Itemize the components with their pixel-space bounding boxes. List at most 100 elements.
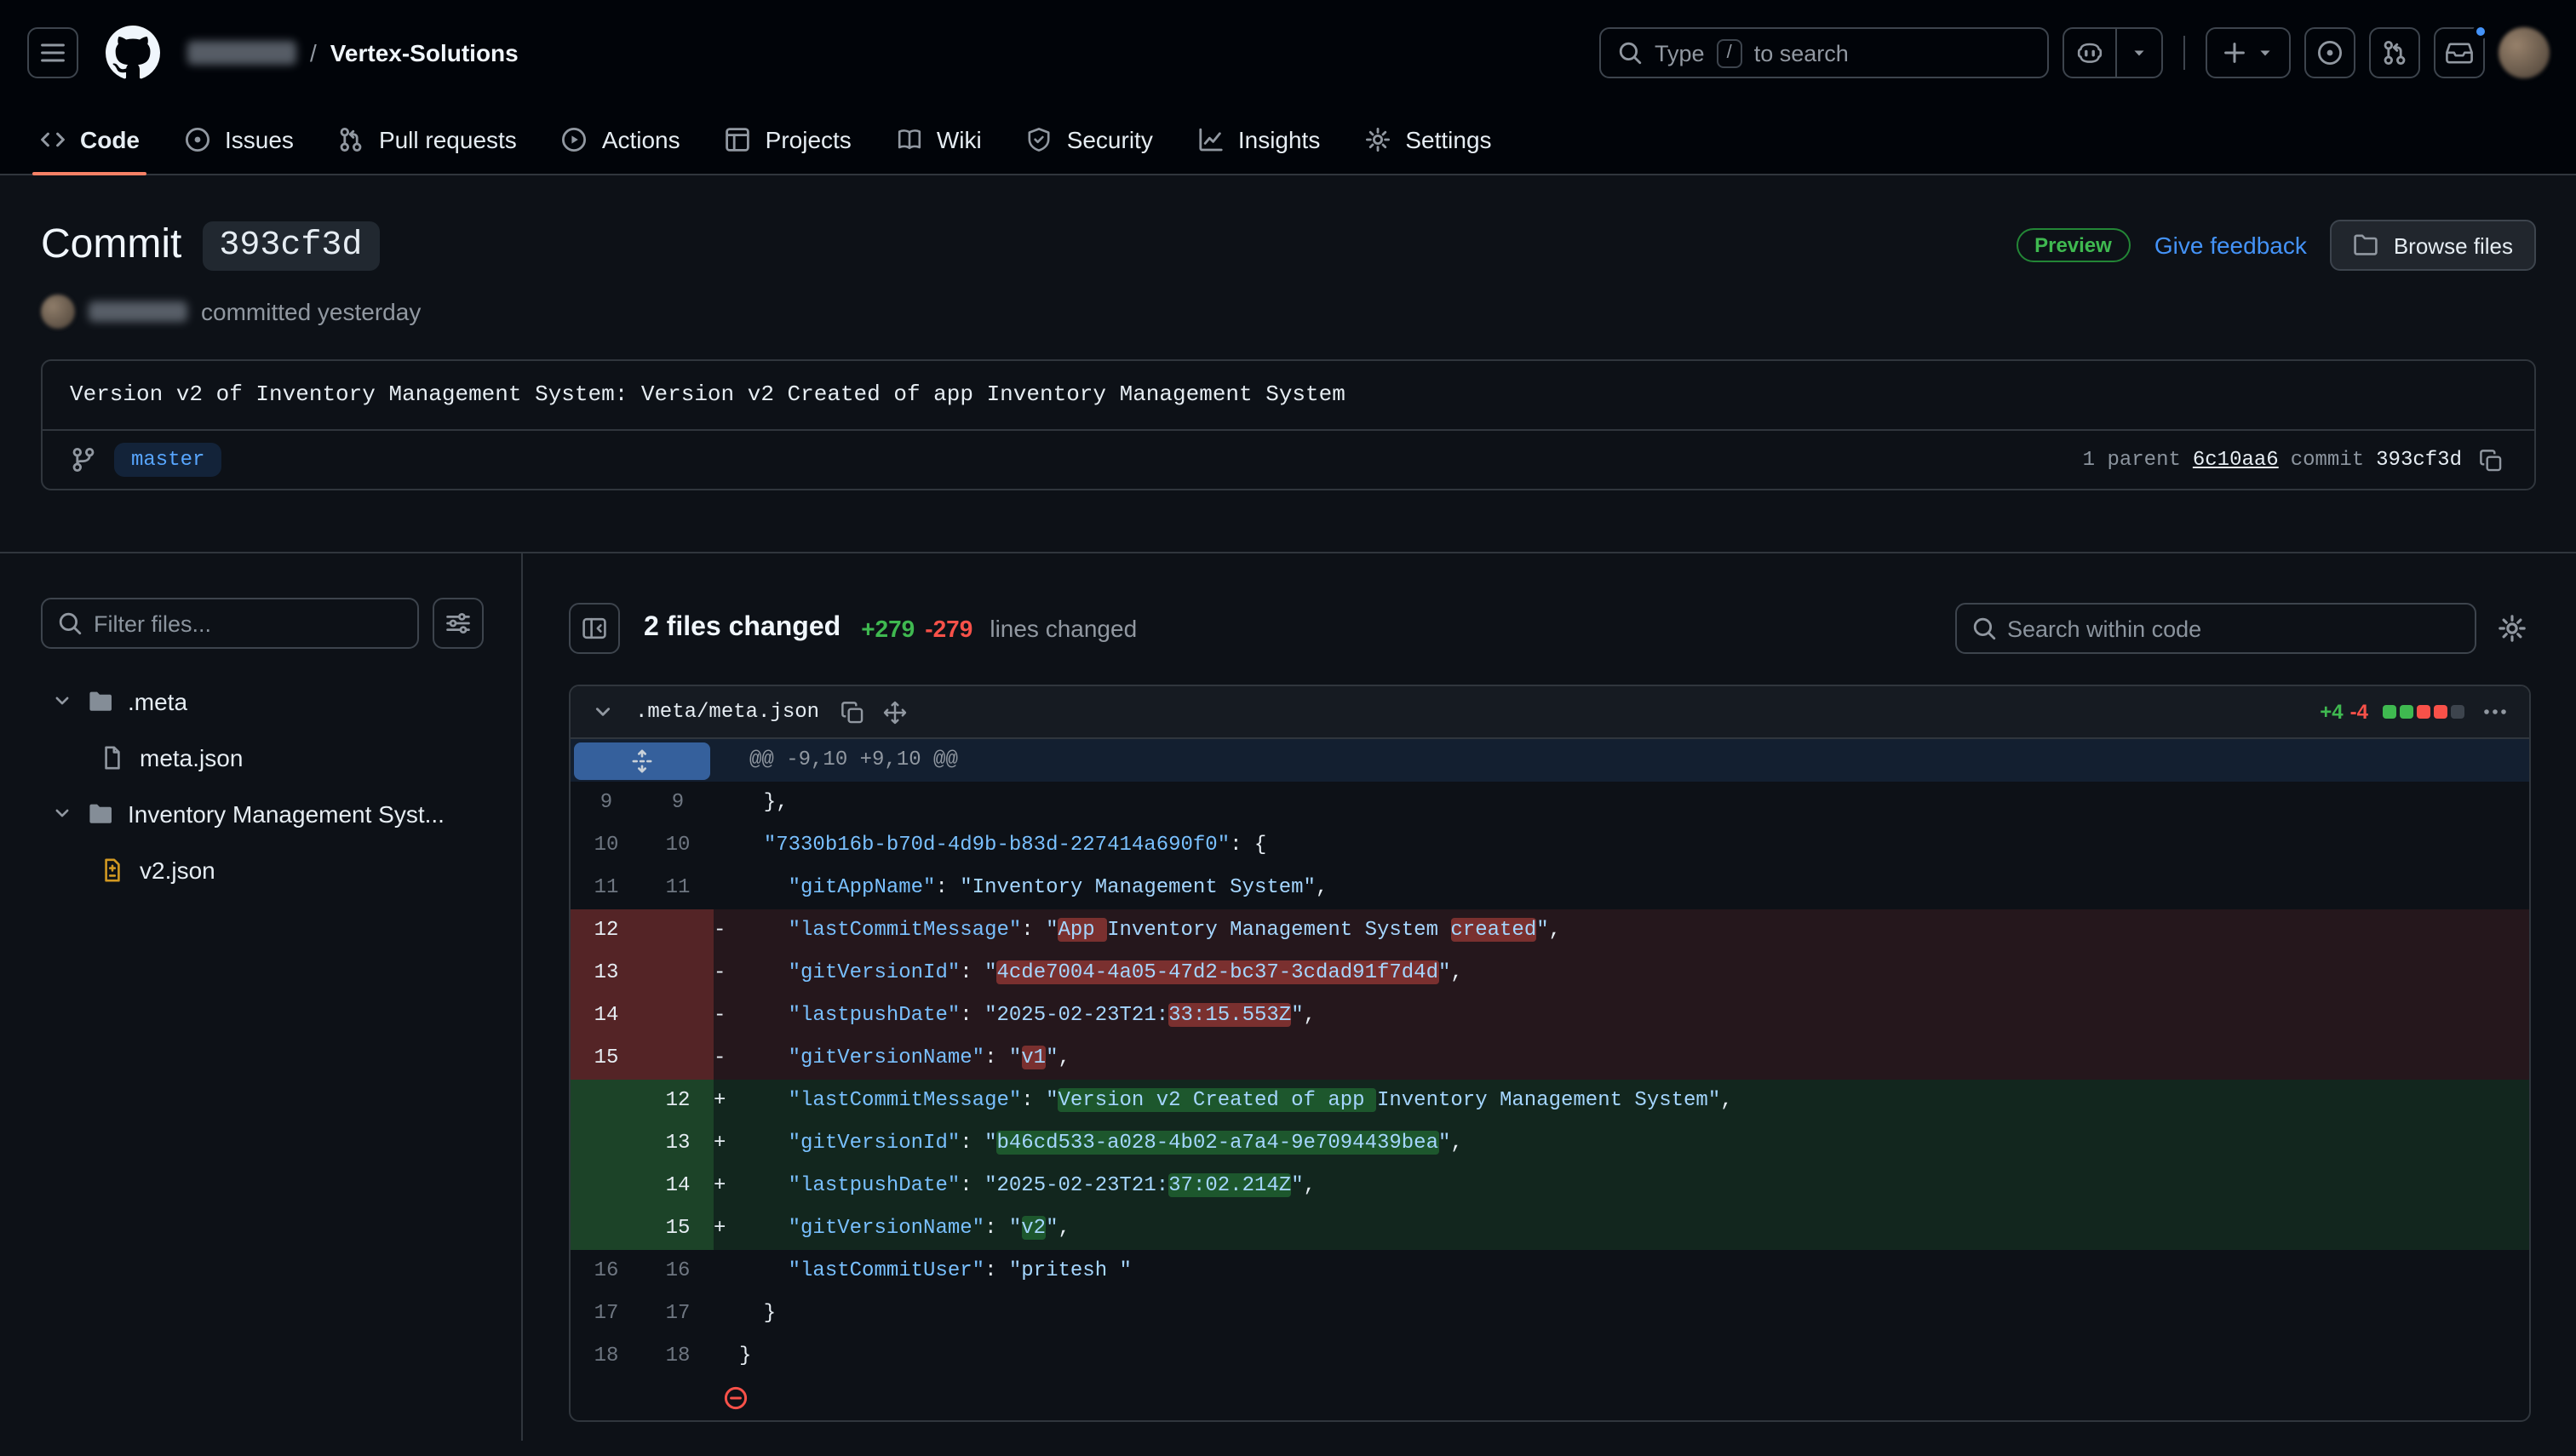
diff-file-name[interactable]: .meta/meta.json	[635, 700, 819, 724]
old-line-number[interactable]	[571, 1207, 642, 1250]
branch-label[interactable]: master	[114, 443, 221, 477]
old-line-number[interactable]: 16	[571, 1250, 642, 1293]
owner-link-redacted[interactable]	[187, 41, 296, 65]
new-line-number[interactable]	[642, 952, 714, 995]
code-search-input[interactable]	[1954, 603, 2476, 654]
global-search[interactable]: Type / to search	[1598, 27, 2048, 78]
diff-line-row: 13+ "gitVersionId": "b46cd533-a028-4b02-…	[571, 1122, 2528, 1165]
copilot-menu-button[interactable]	[2114, 29, 2160, 77]
diffstat-blocks	[2382, 705, 2464, 719]
give-feedback-link[interactable]: Give feedback	[2154, 232, 2307, 259]
old-line-number[interactable]: 13	[571, 952, 642, 995]
tree-folder-inventory-management-system[interactable]: Inventory Management Syst...	[41, 785, 484, 841]
tab-pull-requests[interactable]: Pull requests	[321, 106, 534, 174]
create-new-button[interactable]	[2205, 27, 2290, 78]
tab-security[interactable]: Security	[1009, 106, 1170, 174]
tab-label: Settings	[1405, 126, 1491, 153]
file-options-button[interactable]	[2477, 695, 2511, 729]
new-line-number[interactable]: 13	[642, 1122, 714, 1165]
tab-insights[interactable]: Insights	[1180, 106, 1338, 174]
old-line-number[interactable]	[571, 1165, 642, 1207]
user-avatar[interactable]	[2498, 27, 2549, 78]
old-line-number[interactable]: 11	[571, 867, 642, 909]
new-line-number[interactable]: 11	[642, 867, 714, 909]
inbox-button[interactable]	[2433, 27, 2484, 78]
folder-icon	[87, 800, 114, 827]
old-line-number[interactable]: 17	[571, 1293, 642, 1335]
plus-icon	[2220, 39, 2247, 66]
old-line-number[interactable]: 12	[571, 909, 642, 952]
drag-handle-icon[interactable]	[879, 696, 911, 728]
chevron-down-icon	[51, 690, 73, 712]
chevron-down-icon	[51, 802, 73, 824]
new-line-number	[642, 1378, 714, 1420]
search-placeholder-prefix: Type	[1655, 40, 1705, 66]
old-line-number[interactable]	[571, 1122, 642, 1165]
tab-actions[interactable]: Actions	[544, 106, 697, 174]
parent-sha-link[interactable]: 6c10aa6	[2193, 448, 2279, 472]
tab-wiki[interactable]: Wiki	[879, 106, 999, 174]
new-line-number[interactable]: 17	[642, 1293, 714, 1335]
new-line-number[interactable]: 18	[642, 1335, 714, 1378]
tree-file-v2-json[interactable]: v2.json	[41, 841, 484, 897]
breadcrumb: / Vertex-Solutions	[187, 39, 519, 66]
old-line-number[interactable]: 18	[571, 1335, 642, 1378]
issues-header-button[interactable]	[2303, 27, 2355, 78]
diff-line-row: 1111 "gitAppName": "Inventory Management…	[571, 867, 2528, 909]
diff-line-row: 15+ "gitVersionName": "v2",	[571, 1207, 2528, 1250]
main-content: Commit 393cf3d Preview Give feedback Bro…	[0, 220, 2576, 490]
copy-path-button[interactable]	[836, 696, 869, 728]
copy-sha-button[interactable]	[2474, 444, 2506, 476]
new-line-number[interactable]: 15	[642, 1207, 714, 1250]
code-line: }	[714, 1293, 2528, 1335]
sliders-icon	[445, 610, 472, 637]
hamburger-menu-button[interactable]	[27, 27, 78, 78]
new-line-number[interactable]: 10	[642, 824, 714, 867]
triangle-down-icon	[2128, 43, 2149, 63]
commit-word: commit	[2291, 448, 2364, 472]
collapse-file-tree-button[interactable]	[569, 603, 620, 654]
old-line-number	[571, 1378, 642, 1420]
diffstat-block	[2416, 705, 2430, 719]
new-line-number[interactable]	[642, 1037, 714, 1080]
github-logo[interactable]	[106, 26, 160, 80]
triangle-down-icon	[2254, 43, 2275, 63]
table-icon	[725, 126, 752, 153]
new-line-number[interactable]: 16	[642, 1250, 714, 1293]
tree-file-meta-json[interactable]: meta.json	[41, 729, 484, 785]
browse-files-button[interactable]: Browse files	[2331, 220, 2535, 271]
new-line-number[interactable]: 9	[642, 782, 714, 824]
old-line-number[interactable]	[571, 1080, 642, 1122]
new-line-number[interactable]: 12	[642, 1080, 714, 1122]
collapse-file-button[interactable]	[588, 696, 618, 727]
old-line-number[interactable]: 14	[571, 995, 642, 1037]
file-filter-options-button[interactable]	[433, 598, 484, 649]
tree-folder-meta[interactable]: .meta	[41, 673, 484, 729]
tab-projects[interactable]: Projects	[708, 106, 869, 174]
pull-requests-header-button[interactable]	[2368, 27, 2419, 78]
global-header: / Vertex-Solutions Type / to search	[0, 0, 2576, 106]
expand-hunk-button[interactable]	[571, 739, 714, 782]
tab-settings[interactable]: Settings	[1347, 106, 1508, 174]
diff-settings-button[interactable]	[2493, 610, 2530, 647]
old-line-number[interactable]: 15	[571, 1037, 642, 1080]
sidebar-collapse-icon	[581, 615, 608, 642]
new-line-number[interactable]	[642, 995, 714, 1037]
copilot-button[interactable]	[2063, 29, 2114, 77]
diff-line-row: 14+ "lastpushDate": "2025-02-23T21:37:02…	[571, 1165, 2528, 1207]
old-line-number[interactable]: 10	[571, 824, 642, 867]
old-line-number[interactable]: 9	[571, 782, 642, 824]
diffstat-block	[2382, 705, 2395, 719]
repo-name-link[interactable]: Vertex-Solutions	[330, 39, 519, 66]
code-line: - "lastCommitMessage": "App Inventory Ma…	[714, 909, 2528, 952]
code-line: - "gitVersionId": "4cde7004-4a05-47d2-bc…	[714, 952, 2528, 995]
file-icon	[99, 743, 126, 771]
file-filter-input[interactable]	[41, 598, 419, 649]
author-name-redacted[interactable]	[89, 301, 187, 322]
new-line-number[interactable]	[642, 909, 714, 952]
tab-issues[interactable]: Issues	[167, 106, 311, 174]
new-line-number[interactable]: 14	[642, 1165, 714, 1207]
tab-code[interactable]: Code	[22, 106, 157, 174]
shield-icon	[1026, 126, 1053, 153]
author-avatar[interactable]	[41, 295, 75, 329]
